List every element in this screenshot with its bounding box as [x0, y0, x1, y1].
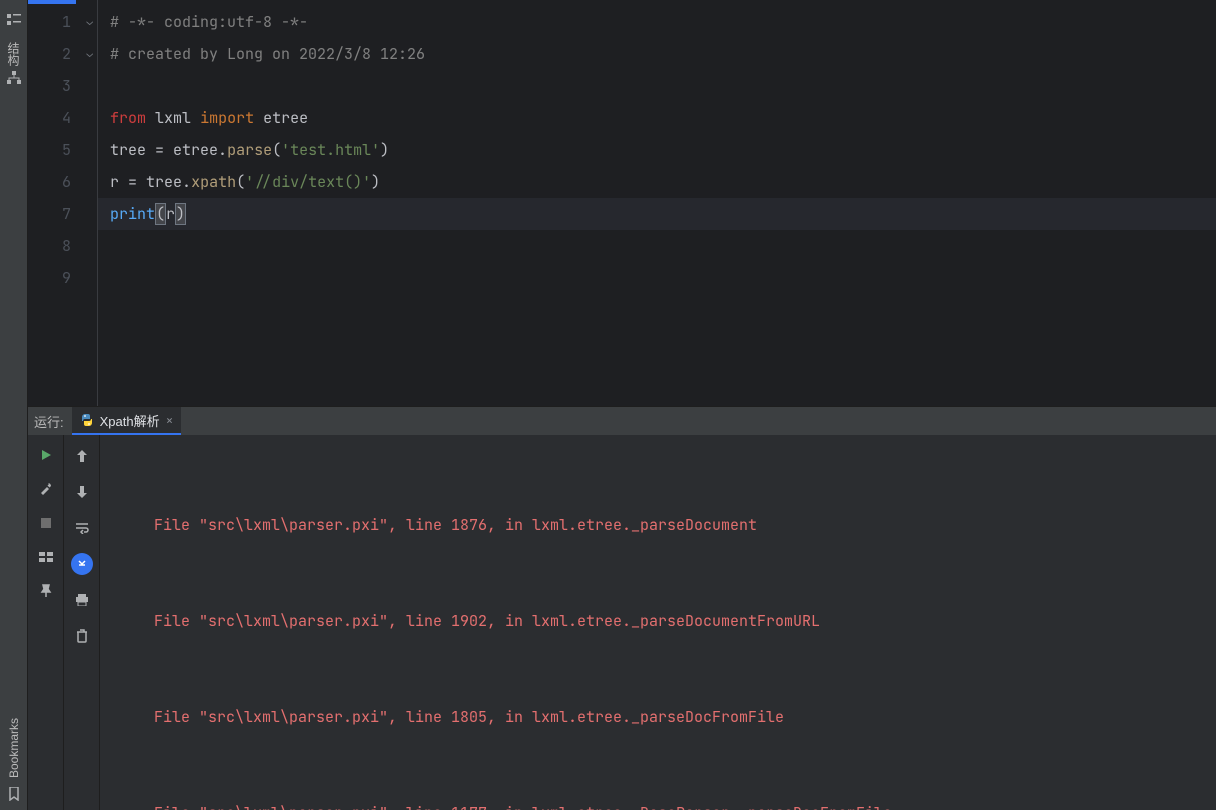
code-line[interactable] [98, 262, 1216, 294]
wrench-icon[interactable] [36, 479, 56, 499]
code-line[interactable] [98, 230, 1216, 262]
bookmark-icon[interactable] [6, 786, 22, 802]
fold-icon[interactable]: ⌄ [86, 6, 93, 38]
structure-panel-label[interactable]: 结构 [5, 42, 22, 66]
code-line[interactable]: from lxml import etree [98, 102, 1216, 134]
editor-panel: 1⌄ 2⌄ 3 4 5 6 7 8 9 # -*- coding:utf-8 -… [28, 0, 1216, 406]
main-area: 1⌄ 2⌄ 3 4 5 6 7 8 9 # -*- coding:utf-8 -… [28, 0, 1216, 810]
line-number[interactable]: 8 [28, 230, 97, 262]
code-editor[interactable]: # -*- coding:utf-8 -*- # created by Long… [98, 0, 1216, 406]
line-number[interactable]: 7 [28, 198, 97, 230]
left-tool-rail[interactable]: 结构 Bookmarks [0, 0, 28, 810]
line-number[interactable]: 1⌄ [28, 6, 97, 38]
run-label: 运行: [34, 412, 64, 431]
line-number[interactable]: 6 [28, 166, 97, 198]
line-number[interactable]: 4 [28, 102, 97, 134]
run-tab-title: Xpath解析 [100, 411, 160, 430]
traceback-line[interactable]: File "src\lxml\parser.pxi", line 1902, i… [100, 605, 1216, 637]
print-icon[interactable] [71, 589, 93, 611]
up-arrow-icon[interactable] [71, 445, 93, 467]
scroll-to-end-icon[interactable] [71, 553, 93, 575]
down-arrow-icon[interactable] [71, 481, 93, 503]
console-output[interactable]: File "src\lxml\parser.pxi", line 1876, i… [100, 435, 1216, 810]
traceback-line[interactable]: File "src\lxml\parser.pxi", line 1177, i… [100, 797, 1216, 810]
stop-button[interactable] [36, 513, 56, 533]
code-line[interactable]: tree = etree.parse('test.html') [98, 134, 1216, 166]
layout-icon[interactable] [36, 547, 56, 567]
fold-icon[interactable]: ⌄ [86, 38, 93, 70]
code-line[interactable]: print(r) [98, 198, 1216, 230]
traceback-line[interactable]: File "src\lxml\parser.pxi", line 1876, i… [100, 509, 1216, 541]
run-body: File "src\lxml\parser.pxi", line 1876, i… [28, 435, 1216, 810]
breakpoint-strip [28, 0, 76, 4]
traceback-line[interactable]: File "src\lxml\parser.pxi", line 1805, i… [100, 701, 1216, 733]
line-number[interactable]: 3 [28, 70, 97, 102]
pin-icon[interactable] [36, 581, 56, 601]
code-line[interactable] [98, 70, 1216, 102]
bookmarks-panel-label[interactable]: Bookmarks [7, 718, 21, 778]
run-tab[interactable]: Xpath解析 × [72, 407, 182, 435]
soft-wrap-icon[interactable] [71, 517, 93, 539]
line-number[interactable]: 9 [28, 262, 97, 294]
editor-gutter[interactable]: 1⌄ 2⌄ 3 4 5 6 7 8 9 [28, 0, 98, 406]
hierarchy-icon[interactable] [6, 70, 22, 86]
run-secondary-toolbar [64, 435, 100, 810]
code-line[interactable]: # -*- coding:utf-8 -*- [98, 6, 1216, 38]
line-number[interactable]: 2⌄ [28, 38, 97, 70]
python-file-icon [80, 413, 94, 427]
trash-icon[interactable] [71, 625, 93, 647]
structure-icon[interactable] [6, 12, 22, 28]
run-primary-toolbar [28, 435, 64, 810]
code-line[interactable]: r = tree.xpath('//div/text()') [98, 166, 1216, 198]
close-icon[interactable]: × [166, 412, 174, 429]
run-tabbar: 运行: Xpath解析 × [28, 407, 1216, 435]
code-line[interactable]: # created by Long on 2022/3/8 12:26 [98, 38, 1216, 70]
rerun-button[interactable] [36, 445, 56, 465]
run-panel: 运行: Xpath解析 × [28, 406, 1216, 810]
line-number[interactable]: 5 [28, 134, 97, 166]
